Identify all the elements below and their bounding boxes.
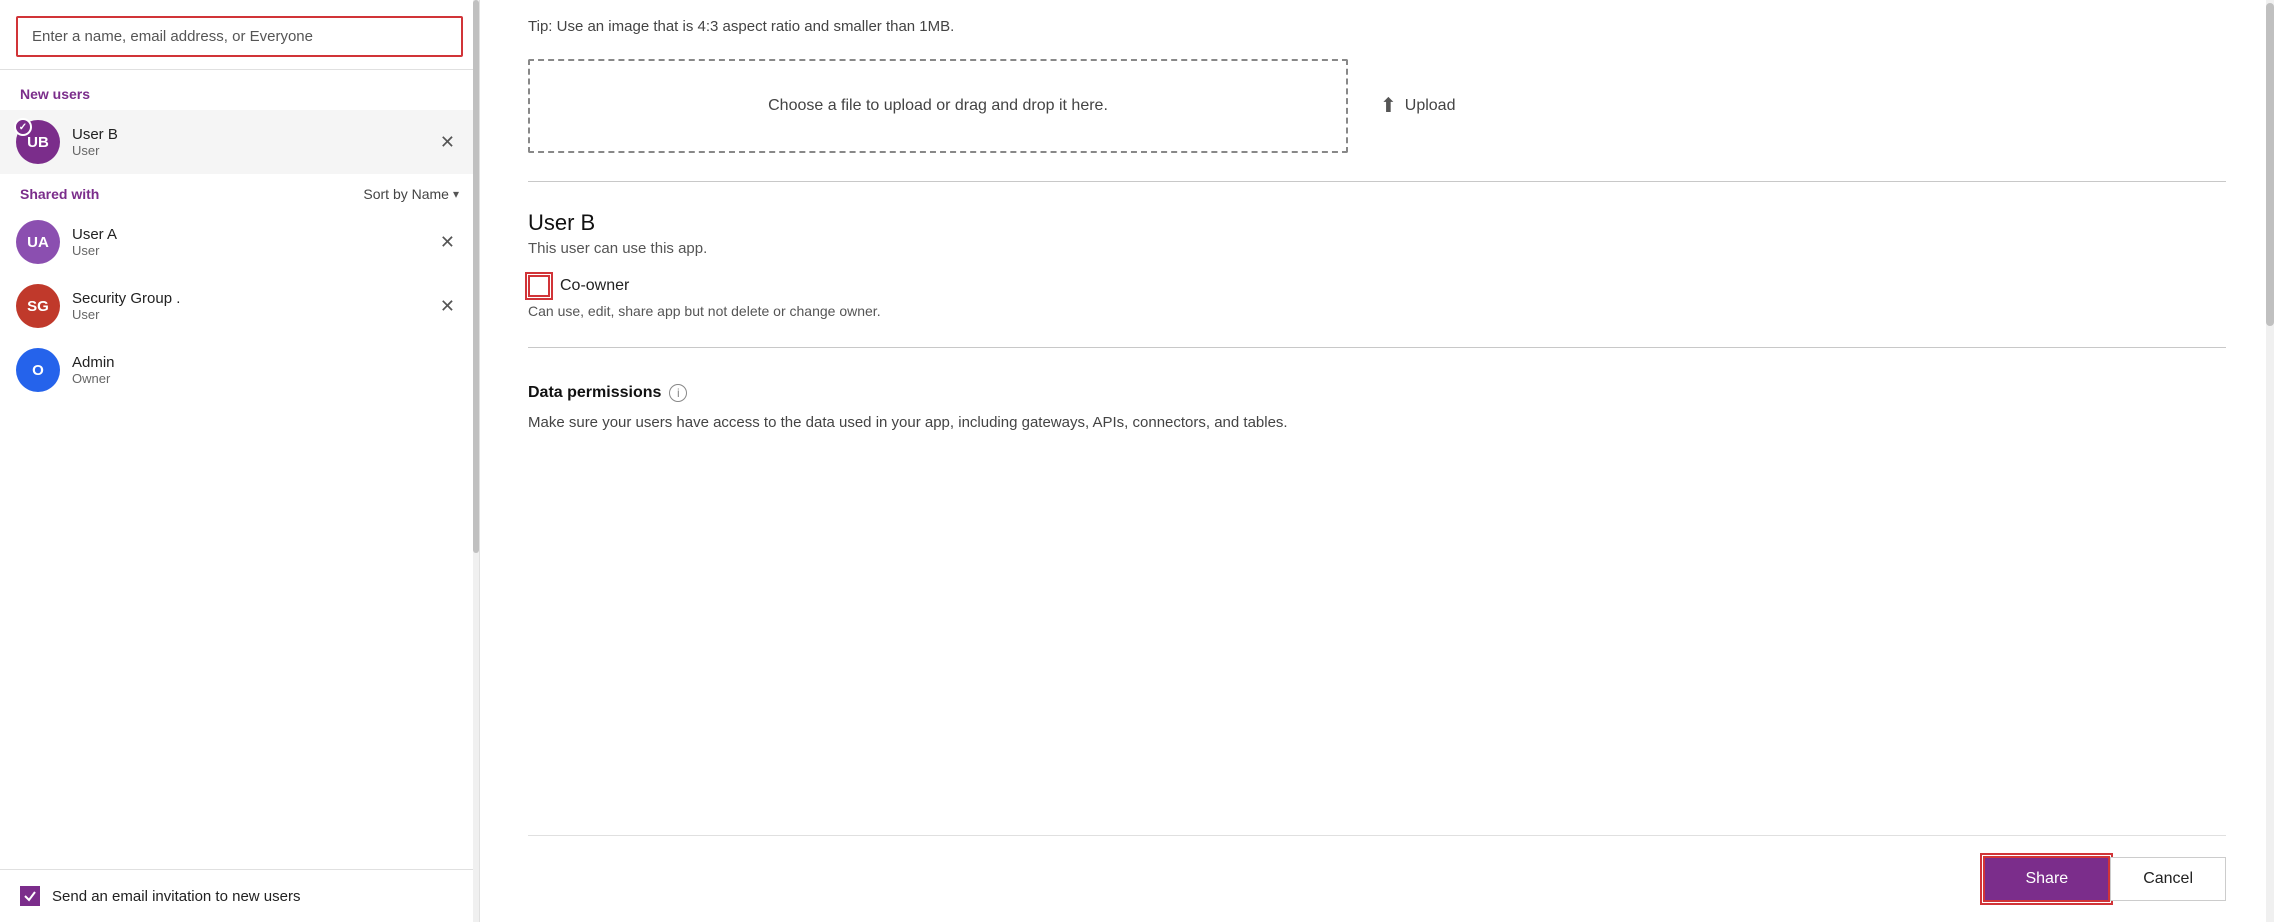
search-input[interactable]	[16, 16, 463, 57]
user-role: Owner	[72, 371, 463, 386]
email-invite-row: Send an email invitation to new users	[0, 869, 479, 922]
upload-dropzone[interactable]: Choose a file to upload or drag and drop…	[528, 59, 1348, 153]
tip-text: Tip: Use an image that is 4:3 aspect rat…	[528, 0, 2226, 39]
remove-user-button[interactable]: ✕	[432, 229, 463, 255]
coowner-checkbox[interactable]	[528, 275, 550, 297]
remove-user-button[interactable]: ✕	[432, 129, 463, 155]
right-panel: Tip: Use an image that is 4:3 aspect rat…	[480, 0, 2274, 922]
right-scrollbar-thumb[interactable]	[2266, 3, 2274, 326]
upload-area: Choose a file to upload or drag and drop…	[528, 59, 2226, 153]
user-name: User B	[72, 126, 432, 143]
upload-label: Upload	[1405, 97, 1456, 115]
data-perm-title: Data permissions	[528, 384, 661, 402]
info-icon[interactable]: i	[669, 384, 687, 402]
coowner-hint: Can use, edit, share app but not delete …	[528, 303, 2226, 319]
remove-user-button[interactable]: ✕	[432, 293, 463, 319]
avatar: ✓ UB	[16, 120, 60, 164]
upload-icon: ⬆	[1380, 93, 1397, 118]
avatar: UA	[16, 220, 60, 264]
shared-with-bar: Shared with Sort by Name ▾	[0, 174, 479, 210]
user-role: User	[72, 143, 432, 158]
search-input-wrapper	[0, 0, 479, 70]
shared-user-item-ua[interactable]: UA User A User ✕	[0, 210, 479, 274]
data-perm-desc: Make sure your users have access to the …	[528, 412, 1548, 435]
cancel-button[interactable]: Cancel	[2110, 857, 2226, 901]
new-user-item[interactable]: ✓ UB User B User ✕	[0, 110, 479, 174]
user-info: Security Group . User	[72, 290, 432, 322]
shared-user-item-sg[interactable]: SG Security Group . User ✕	[0, 274, 479, 338]
user-info: User A User	[72, 226, 432, 258]
upload-button[interactable]: ⬆ Upload	[1380, 93, 1455, 118]
avatar: SG	[16, 284, 60, 328]
user-info: User B User	[72, 126, 432, 158]
sort-by-label: Sort by Name	[363, 186, 449, 202]
email-invite-checkbox[interactable]	[20, 886, 40, 906]
avatar: O	[16, 348, 60, 392]
section-divider	[528, 181, 2226, 182]
check-badge: ✓	[14, 118, 32, 136]
user-b-desc: This user can use this app.	[528, 240, 2226, 257]
left-panel: New users ✓ UB User B User ✕ Shared with…	[0, 0, 480, 922]
bottom-bar: Share Cancel	[528, 835, 2226, 922]
coowner-label: Co-owner	[560, 277, 629, 295]
dropzone-text: Choose a file to upload or drag and drop…	[768, 97, 1108, 114]
user-role: User	[72, 243, 432, 258]
user-name: User A	[72, 226, 432, 243]
user-role: User	[72, 307, 432, 322]
user-name: Admin	[72, 354, 463, 371]
left-scrollbar-thumb[interactable]	[473, 0, 479, 553]
user-b-name: User B	[528, 210, 2226, 236]
right-scrollbar[interactable]	[2266, 0, 2274, 922]
section-divider-2	[528, 347, 2226, 348]
shared-user-item-admin[interactable]: O Admin Owner	[0, 338, 479, 402]
user-info: Admin Owner	[72, 354, 463, 386]
left-scrollbar[interactable]	[473, 0, 479, 922]
shared-with-label: Shared with	[20, 186, 99, 202]
new-users-label: New users	[0, 70, 479, 110]
coowner-row: Co-owner	[528, 275, 2226, 297]
email-invite-label: Send an email invitation to new users	[52, 888, 300, 905]
sort-by-button[interactable]: Sort by Name ▾	[363, 186, 459, 202]
data-permissions-header: Data permissions i	[528, 384, 2226, 402]
checkmark-icon	[23, 889, 37, 903]
share-button[interactable]: Share	[1983, 856, 2110, 902]
chevron-down-icon: ▾	[453, 187, 459, 201]
user-name: Security Group .	[72, 290, 432, 307]
